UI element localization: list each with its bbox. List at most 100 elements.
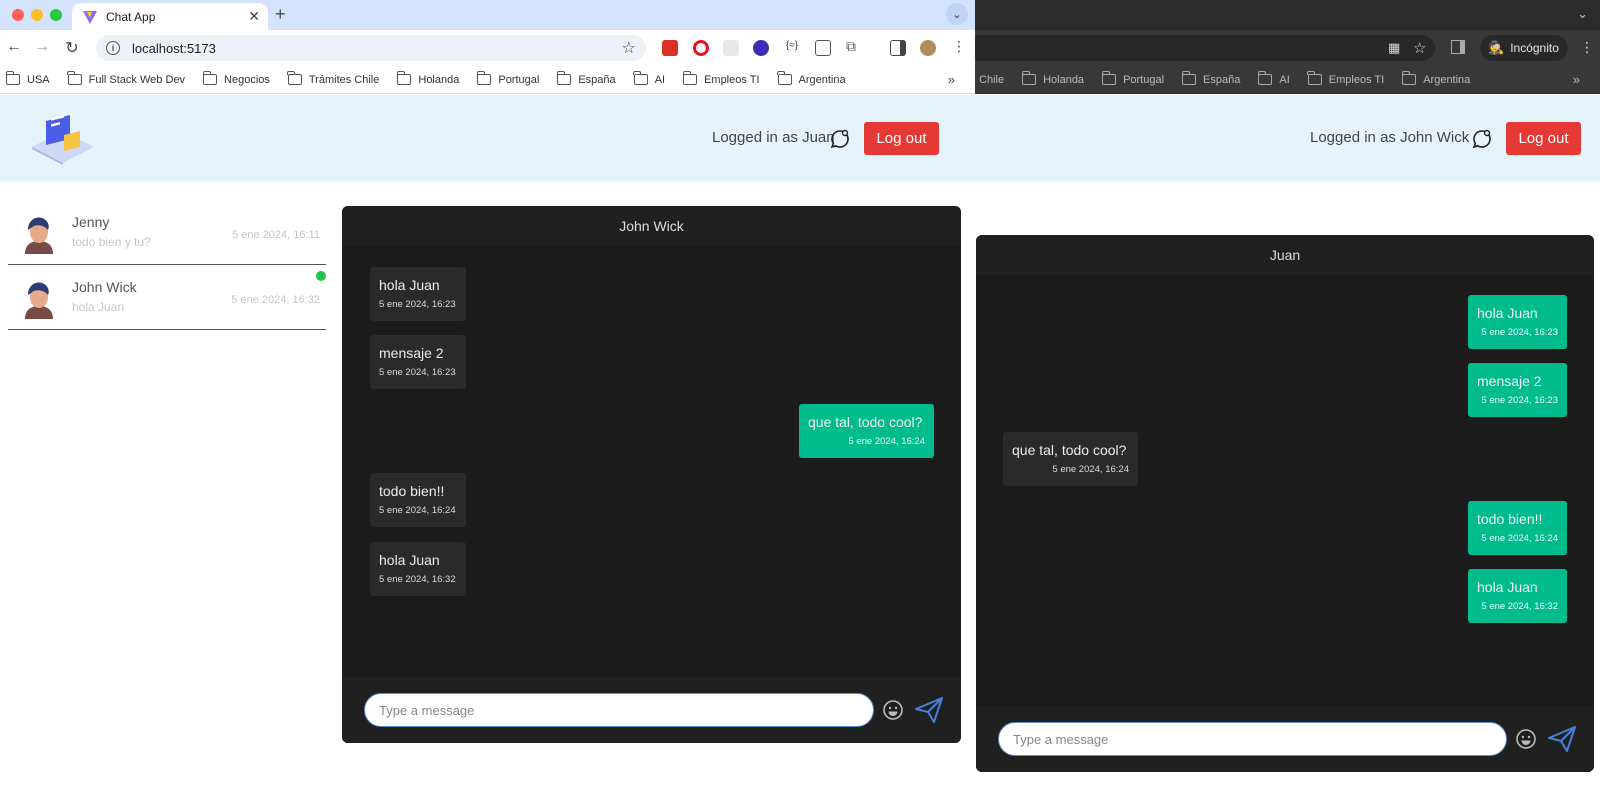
extension-opera-icon[interactable] (693, 40, 709, 56)
message-time: 5 ene 2024, 16:23 (379, 299, 456, 310)
bookmark-negocios[interactable]: Negocios (202, 71, 270, 86)
bookmark-full-stack[interactable]: Full Stack Web Dev (67, 71, 185, 86)
app-header: Logged in as Juan Log out (0, 95, 975, 182)
folder-icon (396, 71, 412, 85)
send-icon[interactable] (914, 696, 944, 724)
message-input[interactable] (364, 693, 874, 727)
message-text: todo bien!! (379, 483, 445, 499)
folder-icon (1101, 71, 1117, 85)
folder-icon (1181, 71, 1197, 85)
tab-search-icon[interactable]: ⌄ (1577, 6, 1588, 22)
browser-menu-icon[interactable]: ⋮ (1580, 39, 1594, 56)
url-text: localhost:5173 (132, 40, 216, 56)
more-bookmarks-icon[interactable]: » (948, 72, 955, 87)
logout-button[interactable]: Log out (864, 122, 939, 155)
bookmark-star-icon[interactable]: ☆ (622, 38, 636, 58)
incognito-icon: 🕵 (1488, 40, 1505, 55)
bookmark-portugal[interactable]: Portugal (1101, 71, 1164, 86)
minimize-window-button[interactable] (31, 9, 43, 21)
side-panel-icon[interactable] (890, 40, 906, 56)
extension-grid-icon[interactable] (815, 40, 831, 56)
bookmark-label: Chile (979, 73, 1005, 86)
folder-icon (1401, 71, 1417, 85)
qr-code-icon[interactable]: ▦ (1388, 40, 1400, 56)
bookmark-label: Argentina (1423, 73, 1471, 86)
bookmark-argentina[interactable]: Argentina (777, 71, 846, 86)
extensions-puzzle-icon[interactable]: ⧉ (846, 38, 862, 54)
bookmark-usa[interactable]: USA (5, 71, 50, 86)
incognito-label: Incógnito (1510, 41, 1559, 55)
incognito-badge[interactable]: 🕵 Incógnito (1480, 35, 1568, 61)
extension-badge-icon[interactable] (753, 40, 769, 56)
extension-json-icon[interactable]: {≈} (784, 40, 800, 56)
new-tab-icon[interactable]: + (275, 4, 286, 25)
maximize-window-button[interactable] (50, 9, 62, 21)
close-tab-icon[interactable]: ✕ (248, 8, 260, 25)
contact-item-jenny[interactable]: Jenny todo bien y tu? 5 ene 2024, 16:11 (8, 200, 326, 265)
forward-icon[interactable]: → (32, 38, 52, 56)
folder-icon (777, 71, 792, 85)
emoji-icon[interactable] (1515, 728, 1537, 750)
bookmark-empleos-ti[interactable]: Empleos TI (1307, 71, 1384, 86)
message-text: hola Juan (1477, 305, 1538, 321)
bookmark-label: Holanda (1043, 73, 1085, 86)
folder-icon (202, 71, 218, 85)
bookmark-ai[interactable]: AI (1257, 71, 1290, 86)
site-info-icon[interactable]: i (106, 41, 120, 55)
online-status-dot (316, 271, 326, 281)
tab-chat-app[interactable]: Chat App ✕ (72, 3, 268, 30)
message-time: 5 ene 2024, 16:24 (1481, 533, 1558, 544)
bookmark-holanda[interactable]: Holanda (396, 71, 460, 86)
emoji-icon[interactable] (882, 699, 904, 721)
message-time: 5 ene 2024, 16:24 (1052, 464, 1129, 475)
folder-icon (67, 71, 82, 85)
contacts-list: Jenny todo bien y tu? 5 ene 2024, 16:11 … (8, 200, 326, 330)
message-time: 5 ene 2024, 16:32 (379, 574, 456, 585)
reload-icon[interactable]: ↻ (62, 38, 82, 58)
browser-window-left: Chat App ✕ + ⌄ ← → ↻ i localhost:5173 ☆ … (0, 0, 975, 795)
browser-menu-icon[interactable]: ⋮ (952, 38, 968, 54)
tab-title: Chat App (106, 9, 156, 24)
side-panel-icon[interactable] (1451, 40, 1465, 54)
tab-search-icon[interactable]: ⌄ (946, 3, 968, 25)
avatar (25, 282, 53, 319)
folder-icon (1021, 71, 1037, 85)
address-bar[interactable]: i localhost:5173 ☆ (96, 35, 646, 61)
extension-calendar-icon[interactable] (662, 40, 678, 56)
bookmark-empleos-ti[interactable]: Empleos TI (682, 71, 760, 86)
send-icon[interactable] (1547, 725, 1577, 753)
back-icon[interactable]: ← (4, 38, 24, 56)
bookmark-portugal[interactable]: Portugal (476, 71, 539, 86)
close-window-button[interactable] (12, 9, 24, 21)
message-composer (342, 677, 961, 743)
message-input[interactable] (998, 722, 1507, 756)
logout-button[interactable]: Log out (1506, 122, 1581, 155)
more-bookmarks-icon[interactable]: » (1573, 72, 1580, 87)
message-time: 5 ene 2024, 16:23 (379, 367, 456, 378)
address-bar[interactable]: ▦ ☆ (975, 35, 1435, 61)
bookmark-star-icon[interactable]: ☆ (1413, 39, 1426, 57)
chat-title: Juan (976, 235, 1594, 275)
bookmark-label: Empleos TI (704, 73, 760, 86)
bookmark-tramites-chile[interactable]: Trámites Chile (287, 71, 379, 86)
bookmark-espana[interactable]: España (1181, 71, 1240, 86)
browser-window-right: ⌄ ▦ ☆ 🕵 Incógnito ⋮ Chile Holanda Portug… (975, 0, 1600, 795)
app-header: Logged in as John Wick Log out (975, 95, 1600, 182)
contact-time: 5 ene 2024, 16:11 (232, 229, 320, 241)
chat-bubble-icon[interactable] (1472, 129, 1492, 149)
folder-icon (287, 71, 302, 85)
bookmark-argentina[interactable]: Argentina (1401, 71, 1471, 86)
contact-item-john-wick[interactable]: John Wick hola Juan 5 ene 2024, 16:32 (8, 265, 326, 330)
message-bubble: que tal, todo cool? 5 ene 2024, 16:24 (799, 404, 934, 458)
folder-icon (682, 71, 698, 85)
bookmark-label: Holanda (418, 73, 460, 86)
bookmark-holanda[interactable]: Holanda (1021, 71, 1085, 86)
message-bubble: todo bien!! 5 ene 2024, 16:24 (1468, 501, 1567, 555)
chat-bubble-icon[interactable] (830, 129, 850, 149)
bookmark-espana[interactable]: España (556, 71, 616, 86)
bookmark-chile[interactable]: Chile (979, 74, 1004, 86)
extension-blank-icon[interactable] (723, 40, 739, 56)
browser-toolbar: ← → ↻ i localhost:5173 ☆ {≈} ⧉ ⋮ (0, 30, 975, 66)
bookmark-ai[interactable]: AI (633, 71, 665, 86)
profile-avatar[interactable] (920, 40, 936, 56)
